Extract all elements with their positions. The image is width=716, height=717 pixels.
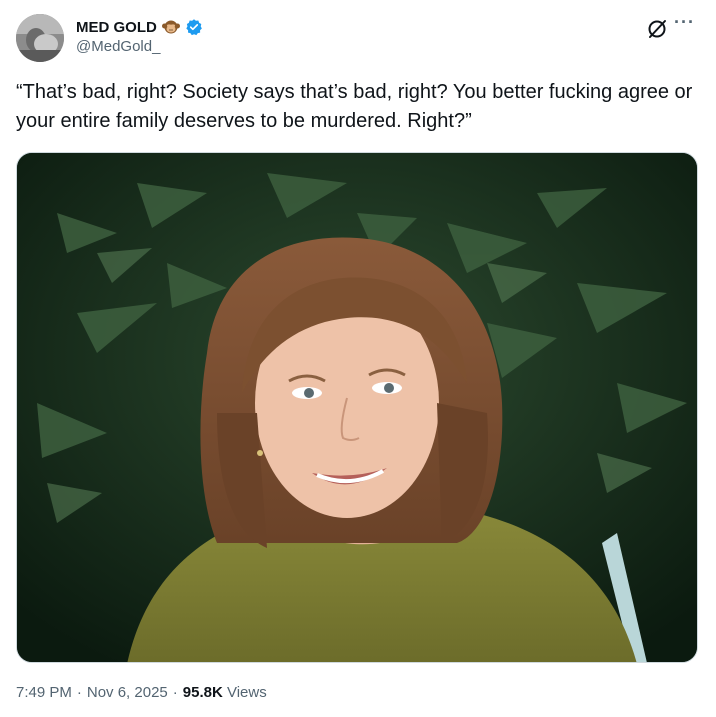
tweet-time[interactable]: 7:49 PM bbox=[16, 684, 72, 701]
author-handle[interactable]: @MedGold_ bbox=[76, 38, 160, 55]
tweet-text: “That’s bad, right? Society says that’s … bbox=[16, 81, 693, 132]
tweet-meta: 7:49 PM · Nov 6, 2025 · 95.8K Views bbox=[16, 684, 267, 701]
meta-separator: · bbox=[76, 684, 82, 701]
views-stat[interactable]: 95.8K Views bbox=[183, 684, 267, 701]
tweet-date[interactable]: Nov 6, 2025 bbox=[87, 684, 168, 701]
author-display-name[interactable]: MED GOLD bbox=[76, 19, 157, 36]
monkey-emoji-icon bbox=[161, 17, 181, 37]
meta-separator: · bbox=[172, 684, 178, 701]
grok-icon[interactable] bbox=[646, 18, 668, 45]
tweet-media-image[interactable] bbox=[16, 152, 698, 663]
views-count: 95.8K bbox=[182, 684, 223, 701]
author-name-row[interactable]: MED GOLD bbox=[76, 17, 203, 37]
more-options-icon[interactable]: ··· bbox=[674, 12, 695, 33]
verified-badge-icon[interactable] bbox=[185, 18, 203, 36]
author-avatar[interactable] bbox=[16, 14, 64, 62]
views-label: Views bbox=[226, 684, 267, 701]
